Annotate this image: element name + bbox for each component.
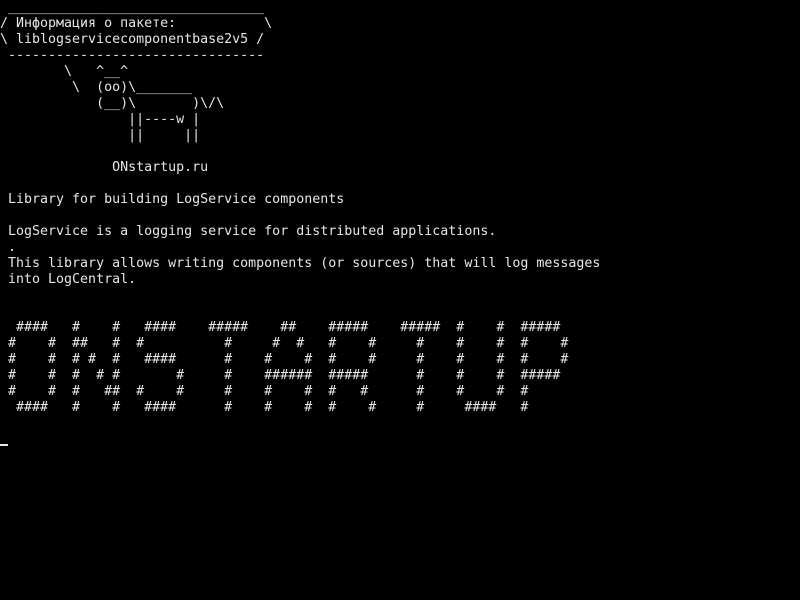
package-description-line-4: into LogCentral. xyxy=(0,272,137,287)
cow-art-line-3: (__)\ )\/\ xyxy=(0,96,225,111)
banner-art-line-4: # # # # # # # ###### ##### # # # ##### xyxy=(0,368,561,383)
terminal-console: ________________________________ / Инфор… xyxy=(0,0,800,600)
banner-art-line-1: #### # # #### ##### ## ##### ##### # # #… xyxy=(0,320,561,335)
package-description-line-1: LogService is a logging service for dist… xyxy=(0,224,497,239)
site-credit: ONstartup.ru xyxy=(0,160,209,175)
cowsay-bubble-top: ________________________________ xyxy=(0,0,265,15)
package-description-line-2: . xyxy=(0,240,17,255)
banner-art-line-6: #### # # #### # # # # # # #### # xyxy=(0,400,529,415)
package-description-line-3: This library allows writing components (… xyxy=(0,256,601,271)
cowsay-bubble-bottom: -------------------------------- xyxy=(0,48,265,63)
cow-art-line-5: || || xyxy=(0,128,201,143)
banner-art-line-3: # # # # # #### # # # # # # # # # # xyxy=(0,352,569,367)
cowsay-bubble-line-1: / Информация о пакете: \ xyxy=(0,16,273,31)
cowsay-bubble-line-2: \ liblogservicecomponentbase2v5 / xyxy=(0,32,265,47)
cow-art-line-4: ||----w | xyxy=(0,112,201,127)
cow-art-line-2: \ (oo)\_______ xyxy=(0,80,193,95)
text-cursor[interactable] xyxy=(0,444,8,446)
banner-art-line-5: # # # ## # # # # # # # # # # # xyxy=(0,384,529,399)
banner-art-line-2: # # ## # # # # # # # # # # # # xyxy=(0,336,569,351)
package-summary: Library for building LogService componen… xyxy=(0,192,345,207)
cow-art-line-1: \ ^__^ xyxy=(0,64,129,79)
